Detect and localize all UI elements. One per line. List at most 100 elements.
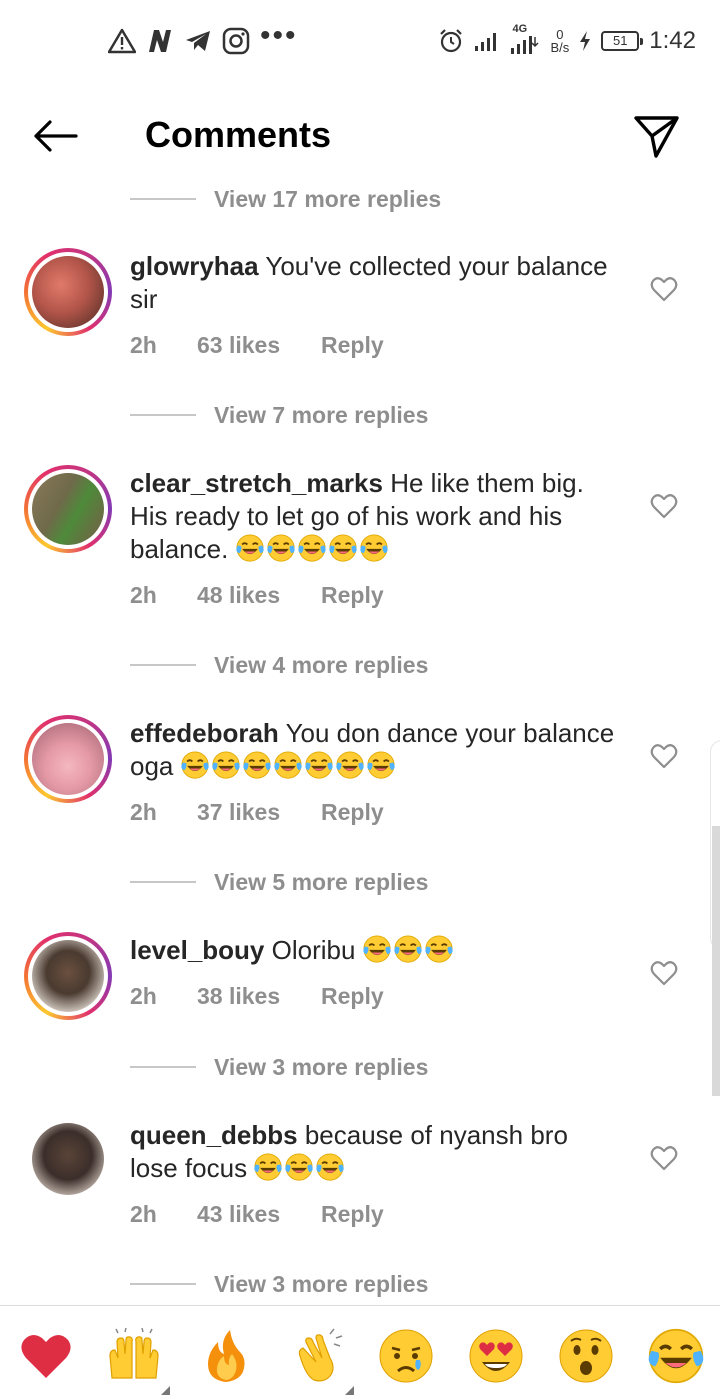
comment-text: Oloribu <box>271 935 356 965</box>
comment-likes[interactable]: 38 likes <box>197 983 321 1010</box>
divider-line <box>130 664 196 666</box>
comment-meta: 2h 38 likes Reply <box>130 983 384 1010</box>
tears-of-joy-emoji-icon <box>243 751 271 779</box>
comment-username[interactable]: level_bouy <box>130 935 264 965</box>
avatar[interactable] <box>24 248 112 336</box>
comment-likes[interactable]: 37 likes <box>197 799 321 826</box>
charging-icon <box>580 31 591 51</box>
comment-time: 2h <box>130 582 157 608</box>
battery-icon: 51 <box>601 31 644 51</box>
status-bar-left: ••• <box>108 21 298 56</box>
avatar[interactable] <box>24 932 112 1020</box>
view-more-label: View 5 more replies <box>214 868 429 895</box>
like-heart-icon[interactable] <box>650 493 678 519</box>
emoji-reaction-bar <box>0 1305 720 1395</box>
divider-line <box>130 198 196 200</box>
view-more-label: View 4 more replies <box>214 651 429 678</box>
view-more-replies[interactable]: View 4 more replies <box>130 648 428 682</box>
fire-icon[interactable] <box>198 1328 254 1384</box>
comment-meta: 2h 48 likes Reply <box>130 582 384 609</box>
alarm-icon <box>440 29 463 53</box>
comments-header: Comments <box>0 96 720 180</box>
red-heart-icon[interactable] <box>18 1328 74 1384</box>
crying-face-icon[interactable] <box>378 1328 434 1384</box>
comment-time: 2h <box>130 1201 157 1227</box>
view-more-replies[interactable]: View 7 more replies <box>130 398 428 432</box>
tears-of-joy-emoji-icon <box>305 751 333 779</box>
like-heart-icon[interactable] <box>650 743 678 769</box>
like-heart-icon[interactable] <box>650 1145 678 1171</box>
view-more-label: View 3 more replies <box>214 1053 429 1080</box>
divider-line <box>130 1283 196 1285</box>
tears-of-joy-emoji-icon <box>425 935 453 963</box>
signal-icon <box>475 33 497 51</box>
page-title: Comments <box>145 114 332 155</box>
comment-time: 2h <box>130 983 157 1009</box>
comment-meta: 2h 43 likes Reply <box>130 1201 384 1228</box>
astonished-face-icon[interactable] <box>558 1328 614 1384</box>
n-app-icon <box>149 30 171 52</box>
view-more-replies[interactable]: View 5 more replies <box>130 865 428 899</box>
variant-indicator <box>344 1386 354 1395</box>
telegram-icon <box>186 31 210 51</box>
like-heart-icon[interactable] <box>650 960 678 986</box>
raising-hands-button[interactable] <box>106 1327 170 1395</box>
scrollbar[interactable] <box>712 826 720 1096</box>
view-more-replies[interactable]: View 3 more replies <box>130 1050 428 1084</box>
avatar[interactable] <box>24 465 112 553</box>
view-more-label: View 7 more replies <box>214 401 429 428</box>
tears-of-joy-emoji-icon <box>285 1153 313 1181</box>
heart-eyes-icon[interactable] <box>468 1328 524 1384</box>
view-more-label: View 17 more replies <box>214 185 442 212</box>
clapping-hands-icon <box>298 1328 343 1382</box>
network-speed-unit: B/s <box>550 40 570 55</box>
reply-button[interactable]: Reply <box>321 799 384 826</box>
reply-button[interactable]: Reply <box>321 332 384 359</box>
reply-button[interactable]: Reply <box>321 582 384 609</box>
tears-of-joy-emoji-icon <box>236 534 264 562</box>
share-button[interactable] <box>632 112 682 162</box>
tears-of-joy-emoji-icon <box>329 534 357 562</box>
warning-icon <box>108 28 136 54</box>
comment-time: 2h <box>130 332 157 358</box>
avatar[interactable] <box>24 715 112 803</box>
network-speed: 0 B/s <box>550 28 569 54</box>
like-heart-icon[interactable] <box>650 276 678 302</box>
comment-meta: 2h 37 likes Reply <box>130 799 384 826</box>
comment-likes[interactable]: 43 likes <box>197 1201 321 1228</box>
tears-of-joy-emoji-icon <box>267 534 295 562</box>
status-time: 1:42 <box>649 27 696 54</box>
reply-button[interactable]: Reply <box>321 1201 384 1228</box>
comment-list[interactable]: View 17 more replies glowryhaa You've co… <box>0 180 720 1305</box>
tears-of-joy-icon[interactable] <box>648 1328 704 1384</box>
tears-of-joy-emoji-icon <box>394 935 422 963</box>
reply-button[interactable]: Reply <box>321 983 384 1010</box>
tears-of-joy-emoji-icon <box>316 1153 344 1181</box>
signal-4g-icon: 4G <box>510 23 540 55</box>
comment-text-block: level_bouy Oloribu <box>130 934 620 967</box>
comment-username[interactable]: queen_debbs <box>130 1120 298 1150</box>
avatar[interactable] <box>32 1123 104 1195</box>
comment-likes[interactable]: 63 likes <box>197 332 321 359</box>
comment-username[interactable]: clear_stretch_marks <box>130 468 383 498</box>
comment-time: 2h <box>130 799 157 825</box>
variant-indicator <box>160 1386 170 1395</box>
instagram-icon <box>222 27 250 55</box>
divider-line <box>130 1066 196 1068</box>
comment-username[interactable]: glowryhaa <box>130 251 259 281</box>
emoji-run <box>254 1153 347 1183</box>
tears-of-joy-emoji-icon <box>367 751 395 779</box>
raising-hands-icon <box>109 1327 159 1379</box>
comment-likes[interactable]: 48 likes <box>197 582 321 609</box>
view-more-replies[interactable]: View 17 more replies <box>130 182 441 216</box>
tears-of-joy-emoji-icon <box>360 534 388 562</box>
divider-line <box>130 414 196 416</box>
view-more-replies[interactable]: View 3 more replies <box>130 1267 428 1301</box>
tears-of-joy-emoji-icon <box>254 1153 282 1181</box>
tears-of-joy-emoji-icon <box>298 534 326 562</box>
clapping-hands-button[interactable] <box>290 1328 354 1395</box>
back-button[interactable] <box>30 116 82 156</box>
comment-text-block: queen_debbs because of nyansh bro lose f… <box>130 1119 620 1185</box>
tears-of-joy-emoji-icon <box>363 935 391 963</box>
comment-username[interactable]: effedeborah <box>130 718 279 748</box>
